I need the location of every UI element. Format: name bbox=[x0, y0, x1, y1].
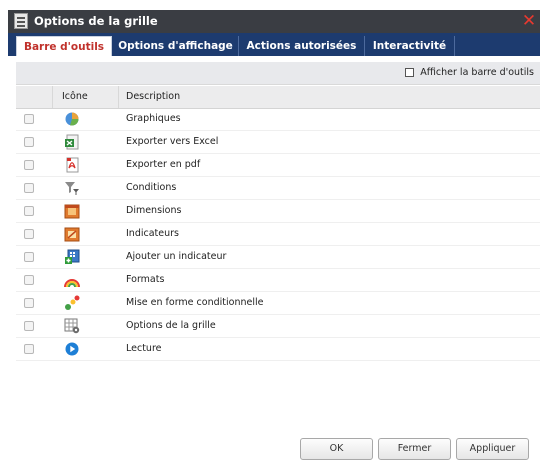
row-checkbox[interactable] bbox=[24, 160, 34, 170]
dialog-title: Options de la grille bbox=[34, 14, 158, 28]
toolbar-options-row: Afficher la barre d'outils bbox=[16, 62, 540, 85]
table-row[interactable]: Graphiques bbox=[16, 108, 540, 131]
table-row[interactable]: Options de la grille bbox=[16, 315, 540, 338]
apply-button[interactable]: Appliquer bbox=[456, 438, 529, 460]
row-description: Graphiques bbox=[126, 113, 181, 124]
table-row[interactable]: Ajouter un indicateur bbox=[16, 246, 540, 269]
row-description: Exporter en pdf bbox=[126, 159, 201, 170]
row-description: Lecture bbox=[126, 343, 162, 354]
filter-conditions-icon bbox=[64, 180, 80, 196]
grid-options-icon bbox=[64, 318, 80, 334]
dialog-titlebar: Options de la grille ✕ bbox=[8, 10, 540, 33]
table-row[interactable]: Formats bbox=[16, 269, 540, 292]
row-checkbox[interactable] bbox=[24, 206, 34, 216]
formats-rainbow-icon bbox=[64, 272, 80, 288]
row-checkbox[interactable] bbox=[24, 252, 34, 262]
dialog-app-icon bbox=[14, 13, 28, 29]
row-description: Options de la grille bbox=[126, 320, 216, 331]
close-icon[interactable]: ✕ bbox=[520, 11, 538, 31]
row-checkbox[interactable] bbox=[24, 183, 34, 193]
add-indicator-icon bbox=[64, 249, 80, 265]
excel-export-icon bbox=[64, 134, 80, 150]
show-toolbar-label: Afficher la barre d'outils bbox=[420, 67, 534, 78]
table-row[interactable]: Indicateurs bbox=[16, 223, 540, 246]
tab-actions-autorisees[interactable]: Actions autorisées bbox=[239, 36, 365, 56]
table-header: Icône Description bbox=[16, 86, 540, 109]
table-row[interactable]: Lecture bbox=[16, 338, 540, 361]
conditional-format-icon bbox=[64, 295, 80, 311]
show-toolbar-checkbox[interactable] bbox=[405, 68, 415, 77]
play-icon bbox=[64, 341, 80, 357]
ok-button[interactable]: OK bbox=[300, 438, 373, 460]
tab-options-d-affichage[interactable]: Options d'affichage bbox=[113, 36, 239, 56]
row-checkbox[interactable] bbox=[24, 344, 34, 354]
header-divider bbox=[118, 86, 119, 108]
row-description: Exporter vers Excel bbox=[126, 136, 219, 147]
tab-bar: Barre d'outils Options d'affichage Actio… bbox=[8, 33, 540, 56]
dimensions-icon bbox=[64, 203, 80, 219]
header-divider bbox=[52, 86, 53, 108]
show-toolbar-option[interactable]: Afficher la barre d'outils bbox=[405, 67, 534, 78]
close-button[interactable]: Fermer bbox=[378, 438, 451, 460]
row-description: Conditions bbox=[126, 182, 177, 193]
row-checkbox[interactable] bbox=[24, 275, 34, 285]
row-checkbox[interactable] bbox=[24, 321, 34, 331]
row-description: Indicateurs bbox=[126, 228, 179, 239]
header-description-column: Description bbox=[126, 91, 181, 102]
row-checkbox[interactable] bbox=[24, 114, 34, 124]
pdf-export-icon bbox=[64, 157, 80, 173]
row-checkbox[interactable] bbox=[24, 298, 34, 308]
table-row[interactable]: Exporter vers Excel bbox=[16, 131, 540, 154]
table-row[interactable]: Conditions bbox=[16, 177, 540, 200]
header-icon-column: Icône bbox=[62, 91, 88, 102]
tab-barre-d-outils[interactable]: Barre d'outils bbox=[16, 36, 112, 56]
row-description: Formats bbox=[126, 274, 165, 285]
row-description: Dimensions bbox=[126, 205, 182, 216]
row-description: Ajouter un indicateur bbox=[126, 251, 227, 262]
table-body: Graphiques Exporter vers Excel Exporter … bbox=[16, 108, 540, 361]
indicators-icon bbox=[64, 226, 80, 242]
table-row[interactable]: Mise en forme conditionnelle bbox=[16, 292, 540, 315]
row-checkbox[interactable] bbox=[24, 229, 34, 239]
chart-pie-icon bbox=[64, 111, 80, 127]
table-row[interactable]: Dimensions bbox=[16, 200, 540, 223]
row-description: Mise en forme conditionnelle bbox=[126, 297, 264, 308]
table-row[interactable]: Exporter en pdf bbox=[16, 154, 540, 177]
row-checkbox[interactable] bbox=[24, 137, 34, 147]
tab-interactivite[interactable]: Interactivité bbox=[365, 36, 455, 56]
